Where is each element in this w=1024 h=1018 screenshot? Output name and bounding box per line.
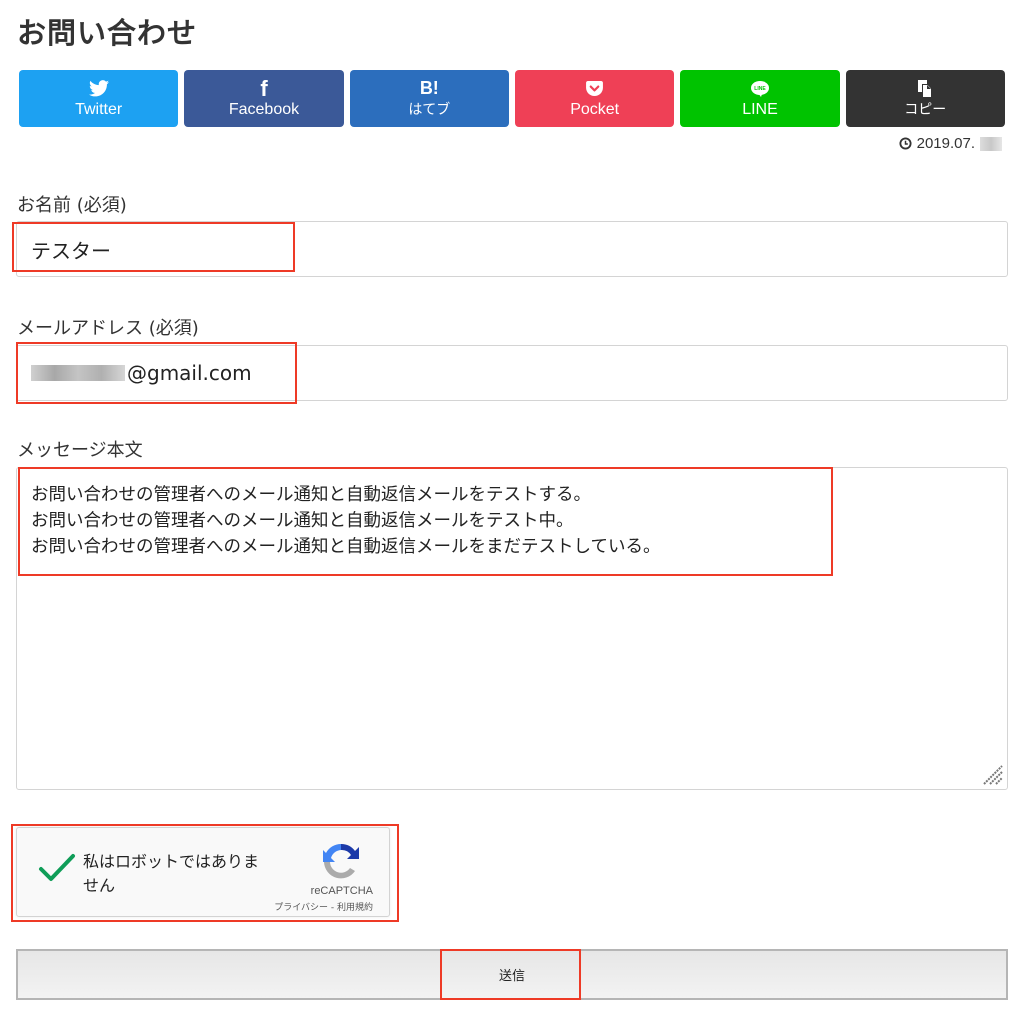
email-label: メールアドレス (必須) bbox=[17, 318, 199, 339]
page-title: お問い合わせ bbox=[17, 16, 198, 50]
name-label: お名前 (必須) bbox=[17, 195, 127, 216]
recaptcha-logo-icon bbox=[323, 843, 359, 879]
svg-text:LINE: LINE bbox=[754, 86, 766, 92]
hatena-bookmark-icon: B! bbox=[419, 78, 439, 98]
share-hatena-label: はてブ bbox=[408, 101, 451, 118]
recaptcha-text: 私はロボットではありません bbox=[83, 852, 260, 895]
post-date-text: 2019.07. bbox=[916, 135, 975, 152]
share-facebook-label: Facebook bbox=[228, 100, 300, 118]
share-hatena-button[interactable]: B! はてブ bbox=[349, 70, 509, 127]
share-copy-button[interactable]: コピー bbox=[845, 70, 1005, 127]
redacted-day bbox=[980, 136, 1002, 151]
message-line: お問い合わせの管理者へのメール通知と自動返信メールをテストする。 bbox=[31, 485, 591, 505]
copy-icon bbox=[918, 79, 933, 99]
clock-icon bbox=[899, 137, 912, 150]
share-buttons: Twitter f Facebook B! はてブ Pocket LINE LI… bbox=[19, 70, 1005, 127]
share-twitter-label: Twitter bbox=[75, 100, 123, 118]
share-line-button[interactable]: LINE LINE bbox=[680, 70, 840, 127]
checkmark-icon[interactable] bbox=[37, 852, 77, 884]
name-value: テスター bbox=[31, 238, 111, 263]
email-input[interactable]: @gmail.com bbox=[16, 345, 1008, 401]
share-line-label: LINE bbox=[742, 100, 778, 118]
pocket-icon bbox=[586, 79, 604, 99]
share-facebook-button[interactable]: f Facebook bbox=[184, 70, 344, 127]
line-icon: LINE bbox=[750, 79, 769, 99]
facebook-f-icon: f bbox=[260, 75, 268, 101]
share-twitter-button[interactable]: Twitter bbox=[19, 70, 179, 127]
message-textarea[interactable]: お問い合わせの管理者へのメール通知と自動返信メールをテストする。 お問い合わせの… bbox=[16, 467, 1008, 790]
message-line: お問い合わせの管理者へのメール通知と自動返信メールをまだテストしている。 bbox=[31, 537, 661, 557]
message-label: メッセージ本文 bbox=[17, 440, 143, 461]
recaptcha-widget: 私はロボットではありません reCAPTCHA プライバシー - 利用規約 bbox=[16, 827, 390, 917]
redacted-email-user bbox=[31, 365, 125, 381]
recaptcha-brand: reCAPTCHA bbox=[310, 885, 373, 897]
share-pocket-button[interactable]: Pocket bbox=[514, 70, 675, 127]
recaptcha-terms-link[interactable]: プライバシー - 利用規約 bbox=[274, 900, 373, 913]
submit-button[interactable]: 送信 bbox=[16, 949, 1008, 1000]
name-input[interactable]: テスター bbox=[16, 221, 1008, 277]
post-date: 2019.07. bbox=[899, 135, 1002, 152]
share-copy-label: コピー bbox=[904, 101, 947, 118]
share-pocket-label: Pocket bbox=[570, 100, 620, 118]
message-line: お問い合わせの管理者へのメール通知と自動返信メールをテスト中。 bbox=[31, 511, 574, 531]
email-value: @gmail.com bbox=[127, 361, 252, 385]
resize-handle-icon[interactable] bbox=[982, 764, 1004, 786]
twitter-bird-icon bbox=[88, 79, 109, 99]
